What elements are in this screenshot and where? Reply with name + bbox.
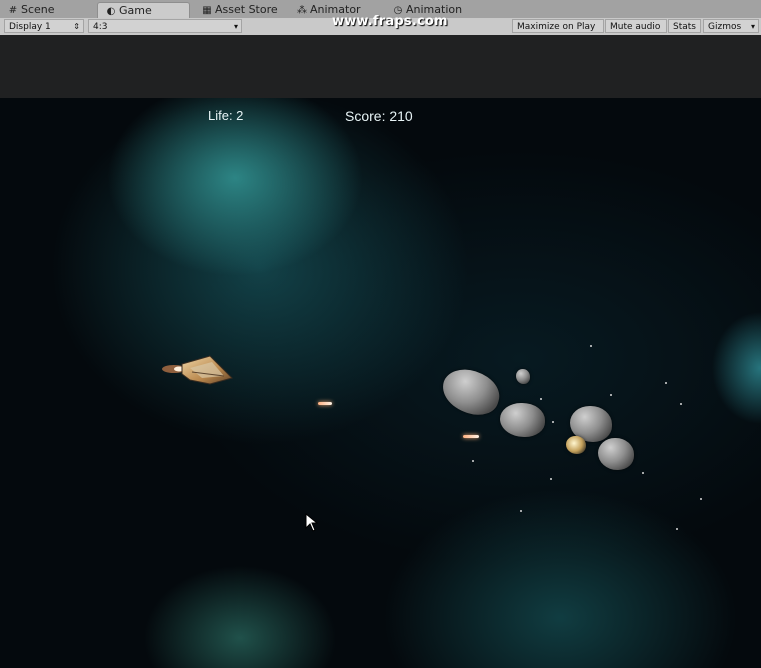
game-canvas[interactable]: Life: 2 Score: 210 bbox=[0, 98, 761, 668]
asteroid-explosion bbox=[566, 436, 586, 454]
tab-scene[interactable]: # Scene bbox=[0, 2, 92, 18]
dust-particle bbox=[642, 472, 644, 474]
asteroid bbox=[436, 363, 506, 421]
dust-particle bbox=[680, 403, 682, 405]
dust-particle bbox=[665, 382, 667, 384]
dust-particle bbox=[610, 394, 612, 396]
updown-arrow-icon: ⇕ bbox=[73, 22, 80, 31]
display-dropdown[interactable]: Display 1 ⇕ bbox=[4, 19, 84, 33]
mute-audio-label: Mute audio bbox=[610, 22, 661, 32]
display-dropdown-label: Display 1 bbox=[9, 22, 51, 32]
letterbox-bar bbox=[0, 35, 761, 98]
mouse-cursor-icon bbox=[305, 513, 319, 532]
tab-game[interactable]: ◐ Game bbox=[97, 2, 190, 18]
tab-game-label: Game bbox=[119, 4, 152, 17]
dust-particle bbox=[552, 421, 554, 423]
dust-particle bbox=[472, 460, 474, 462]
laser-bolt bbox=[463, 435, 479, 438]
tab-scene-label: Scene bbox=[21, 3, 55, 16]
asteroid bbox=[500, 403, 545, 437]
dust-particle bbox=[520, 510, 522, 512]
maximize-on-play-toggle[interactable]: Maximize on Play bbox=[512, 19, 604, 33]
animator-icon: ⁂ bbox=[297, 5, 307, 16]
gizmos-dropdown[interactable]: Gizmos ▾ bbox=[703, 19, 759, 33]
asteroid bbox=[516, 369, 530, 384]
mute-audio-toggle[interactable]: Mute audio bbox=[605, 19, 667, 33]
dust-particle bbox=[590, 345, 592, 347]
life-counter: Life: 2 bbox=[208, 108, 244, 123]
aspect-dropdown-label: 4:3 bbox=[93, 22, 108, 32]
dropdown-arrow-icon: ▾ bbox=[750, 22, 755, 31]
tab-asset-store-label: Asset Store bbox=[215, 3, 278, 16]
tab-asset-store[interactable]: ▦ Asset Store bbox=[194, 2, 289, 18]
asteroid bbox=[598, 438, 634, 470]
dust-particle bbox=[540, 398, 542, 400]
store-icon: ▦ bbox=[202, 5, 212, 16]
gizmos-label: Gizmos bbox=[708, 22, 742, 32]
dust-particle bbox=[550, 478, 552, 480]
stats-label: Stats bbox=[673, 22, 696, 32]
fraps-watermark: www.fraps.com bbox=[332, 14, 448, 29]
grid-icon: # bbox=[8, 5, 18, 16]
stats-toggle[interactable]: Stats bbox=[668, 19, 701, 33]
dust-particle bbox=[676, 528, 678, 530]
player-spaceship bbox=[162, 355, 233, 385]
dropdown-arrow-icon: ▾ bbox=[233, 22, 238, 31]
maximize-on-play-label: Maximize on Play bbox=[517, 22, 596, 32]
laser-bolt bbox=[318, 402, 332, 405]
dust-particle bbox=[700, 498, 702, 500]
score-counter: Score: 210 bbox=[345, 108, 413, 124]
aspect-dropdown[interactable]: 4:3 ▾ bbox=[88, 19, 242, 33]
